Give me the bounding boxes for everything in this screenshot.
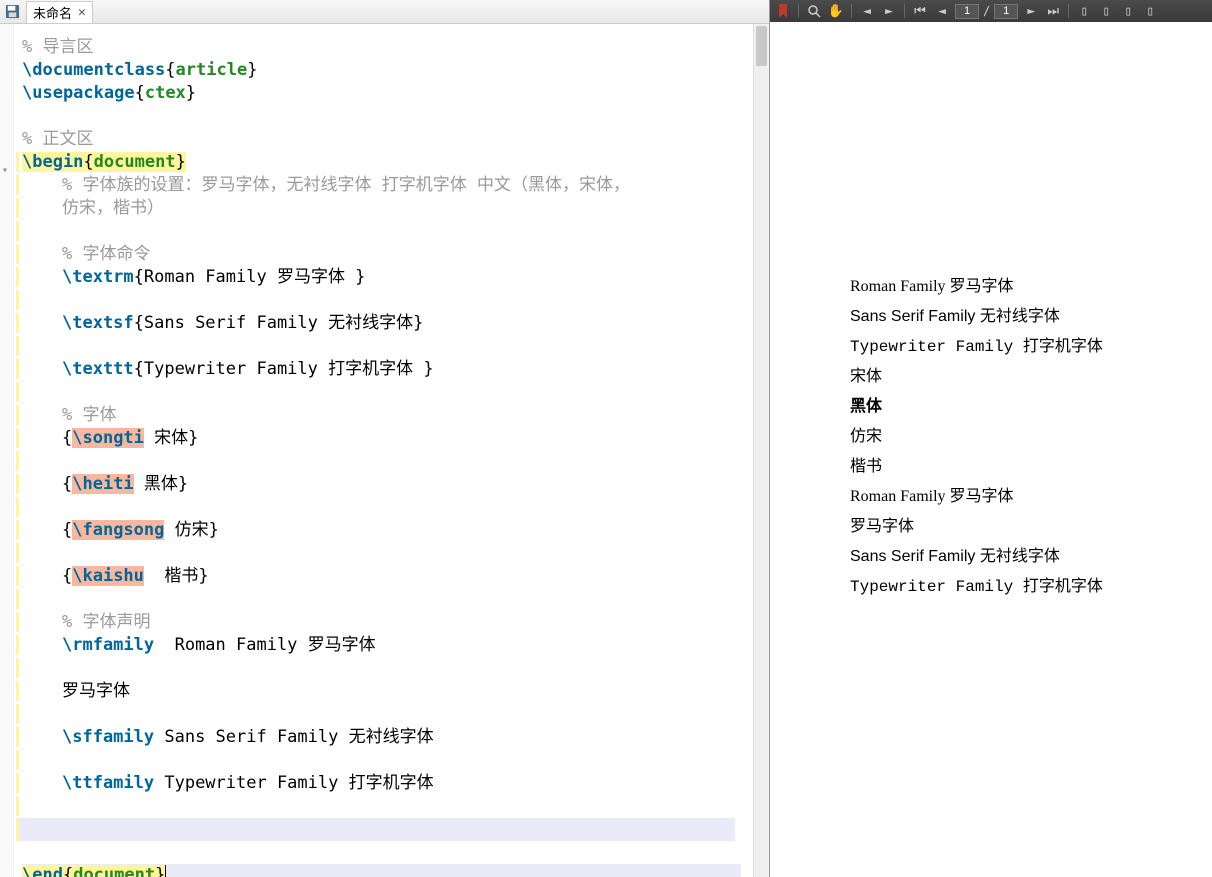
comment: % 字体 [62,404,116,427]
latex-command: \end [22,865,63,877]
pdf-text-line: Roman Family 罗马字体 [850,272,1212,302]
pdf-viewport[interactable]: Roman Family 罗马字体Sans Serif Family 无衬线字体… [770,22,1212,877]
page-separator: / [983,4,990,18]
view-single-icon[interactable]: ▯ [1075,2,1093,20]
pdf-text-line: Typewriter Family 打字机字体 [850,572,1212,602]
tab-bar: 未命名 ✕ [0,0,769,24]
pdf-text-line: Sans Serif Family 无衬线字体 [850,302,1212,332]
latex-command: \usepackage [22,83,135,103]
latex-command: \rmfamily [62,635,154,655]
comment: % 导言区 [22,37,93,57]
pdf-text-line: 黑体 [850,392,1212,422]
latex-command: \documentclass [22,60,165,80]
code-area[interactable]: % 导言区 \documentclass{article} \usepackag… [14,24,753,877]
view-book-icon[interactable]: ▯ [1141,2,1159,20]
latex-command: \sffamily [62,727,154,747]
separator [1068,4,1069,18]
page-total-field [994,4,1018,19]
latex-command: \fangsong [72,520,164,540]
separator [904,4,905,18]
latex-command: \ttfamily [62,773,154,793]
comment: % 字体声明 [62,611,150,634]
pdf-text-line: Roman Family 罗马字体 [850,482,1212,512]
latex-command: \begin [22,152,83,172]
first-page-icon[interactable]: ⏮ [911,2,929,20]
view-facing-icon[interactable]: ▯ [1119,2,1137,20]
back-icon[interactable]: ◄ [858,2,876,20]
pdf-page: Roman Family 罗马字体Sans Serif Family 无衬线字体… [770,22,1212,877]
comment: % 正文区 [22,129,93,149]
pdf-toolbar: ✋ ◄ ► ⏮ ◄ / ► ⏭ ▯ ▯ ▯ ▯ [770,0,1212,22]
comment: % 字体命令 [62,243,150,266]
latex-command: \songti [72,428,144,448]
pdf-text-line: 仿宋 [850,422,1212,452]
view-continuous-icon[interactable]: ▯ [1097,2,1115,20]
forward-icon[interactable]: ► [880,2,898,20]
pdf-text-line: Sans Serif Family 无衬线字体 [850,542,1212,572]
separator [851,4,852,18]
comment: 仿宋，楷书） [62,197,164,220]
page-current-input[interactable] [955,4,979,19]
pdf-text-line: 宋体 [850,362,1212,392]
editor-body: ▾ % 导言区 \documentclass{article} \usepack… [0,24,769,877]
gutter: ▾ [0,24,14,877]
pdf-text-line: 罗马字体 [850,512,1212,542]
bookmark-icon[interactable] [774,2,792,20]
save-icon[interactable] [4,4,20,20]
latex-command: \textrm [62,267,134,287]
comment: % 字体族的设置：罗马字体，无衬线字体 打字机字体 中文（黑体，宋体， [62,174,630,197]
hand-icon[interactable]: ✋ [827,2,845,20]
last-page-icon[interactable]: ⏭ [1044,2,1062,20]
latex-command: \texttt [62,359,134,379]
scroll-thumb[interactable] [756,26,767,66]
editor-pane: 未命名 ✕ ▾ % 导言区 \documentclass{article} \u… [0,0,770,877]
file-tab[interactable]: 未命名 ✕ [26,1,93,23]
pdf-text-line: 楷书 [850,452,1212,482]
search-icon[interactable] [805,2,823,20]
pdf-text-line: Typewriter Family 打字机字体 [850,332,1212,362]
tab-title: 未命名 [33,3,72,22]
vertical-scrollbar[interactable] [753,24,769,877]
separator [798,4,799,18]
latex-command: \textsf [62,313,134,333]
next-page-icon[interactable]: ► [1022,2,1040,20]
close-icon[interactable]: ✕ [78,5,86,20]
prev-page-icon[interactable]: ◄ [933,2,951,20]
latex-command: \kaishu [72,566,144,586]
fold-marker-icon[interactable]: ▾ [2,165,8,176]
pdf-pane: ✋ ◄ ► ⏮ ◄ / ► ⏭ ▯ ▯ ▯ ▯ Roman Family 罗马字… [770,0,1212,877]
latex-command: \heiti [72,474,133,494]
